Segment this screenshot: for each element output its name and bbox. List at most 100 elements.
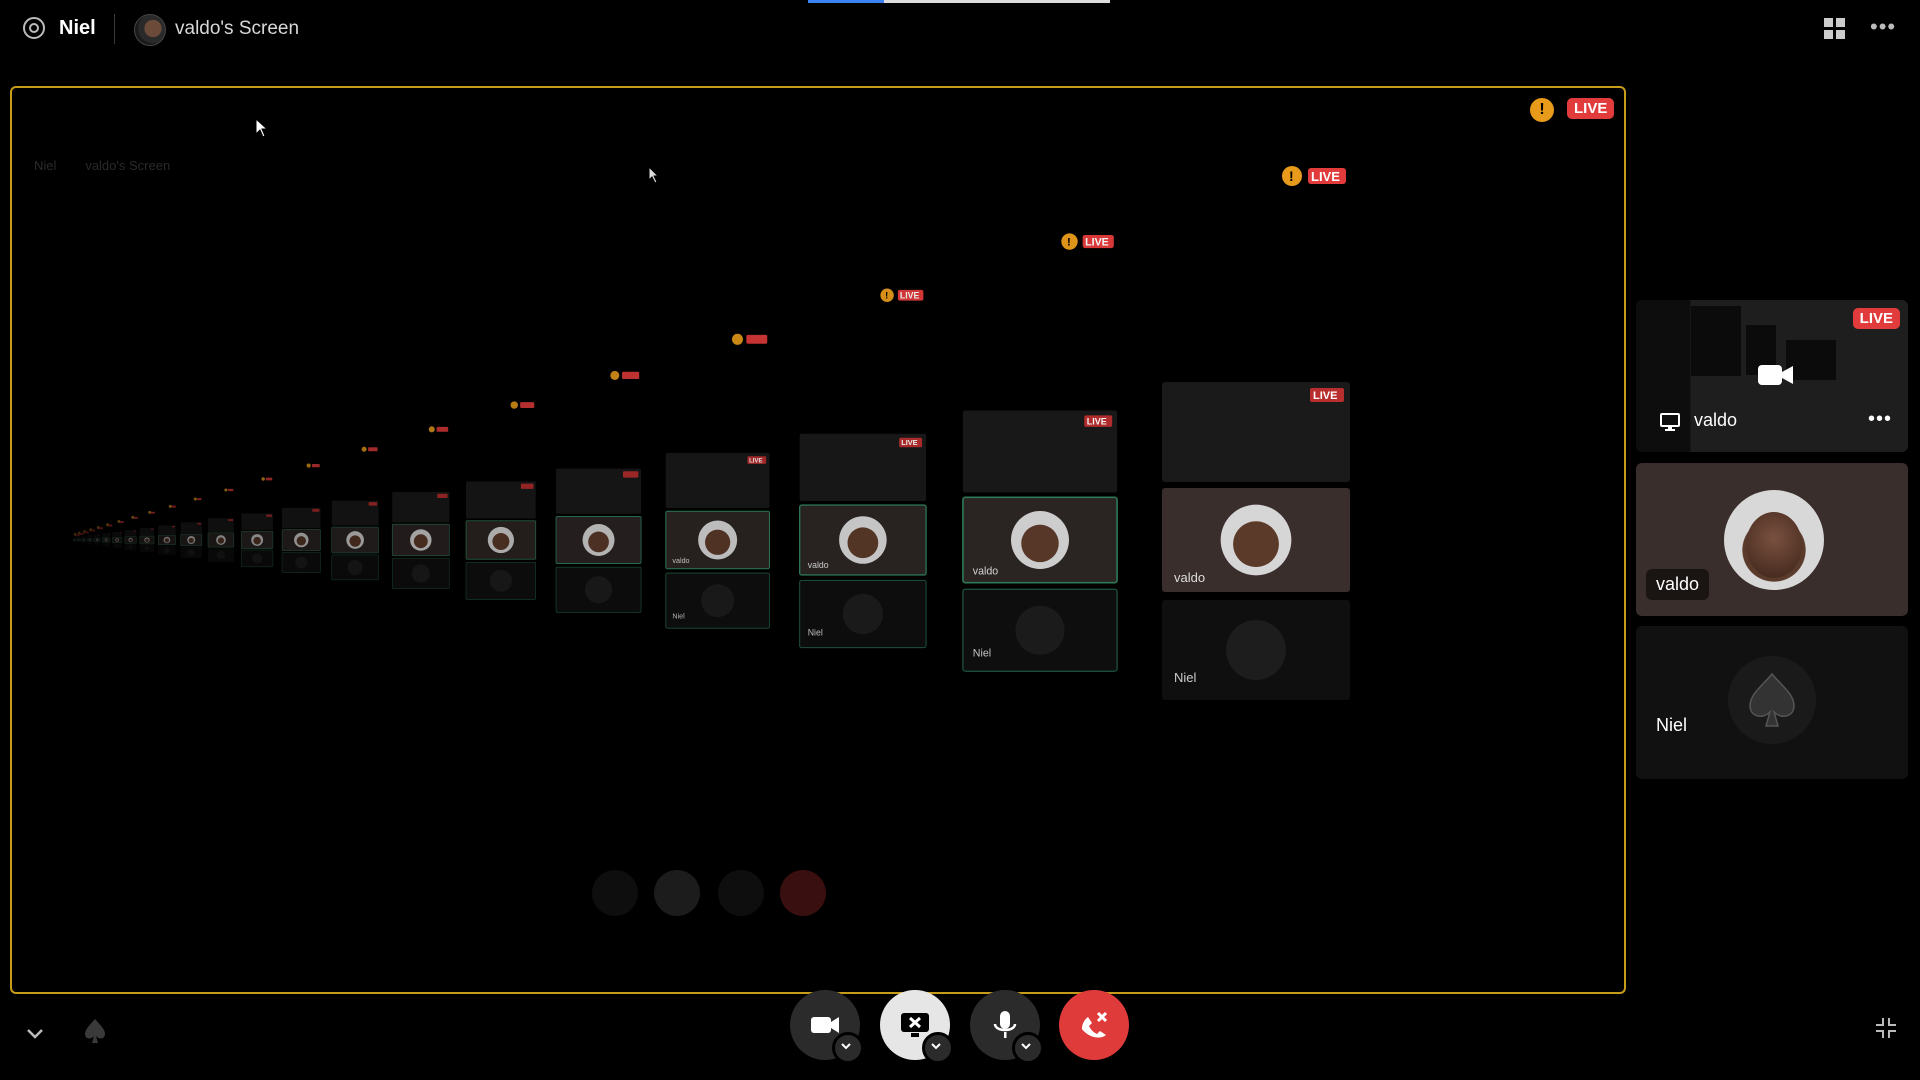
echo-face-inner	[349, 535, 361, 547]
echo-spade-avatar	[1015, 605, 1065, 655]
echo-live-badge-header	[79, 532, 84, 535]
echo-face-inner	[253, 536, 261, 545]
monitor-icon	[1660, 413, 1680, 431]
exit-fullscreen-icon[interactable]	[1874, 1016, 1898, 1040]
echo-live-badge-header	[119, 521, 124, 524]
avatar	[1728, 656, 1816, 744]
echo-live-badge-header	[108, 524, 113, 527]
echo-live-label: LIVE	[1313, 390, 1337, 402]
grid-icon[interactable]	[1824, 18, 1846, 40]
echo-face-inner	[705, 529, 731, 555]
echo-face-inner	[1233, 521, 1279, 568]
mic-options-button[interactable]	[1012, 1032, 1044, 1064]
echo-name-label: valdo	[973, 565, 999, 577]
echo-spade-avatar	[252, 553, 263, 564]
echo-face-inner	[129, 538, 132, 542]
echo-live-header-label: LIVE	[900, 291, 920, 301]
echo-live-badge	[266, 514, 272, 517]
echo-spade-avatar	[74, 541, 76, 543]
echo-warning-icon	[510, 401, 518, 409]
echo-level	[555, 370, 642, 613]
echo-audio-name-label: Niel	[672, 612, 685, 620]
microphone-button[interactable]	[970, 990, 1044, 1064]
echo-live-header-label: LIVE	[1085, 237, 1109, 249]
echo-level	[180, 497, 203, 559]
participant-video	[1724, 490, 1824, 590]
echo-level: LIVE valdo Niel! LIVE	[799, 288, 927, 649]
echo-face-inner	[588, 531, 609, 553]
echo-spade-avatar	[115, 544, 119, 548]
stream-avatar	[134, 14, 166, 46]
camera-button[interactable]	[790, 990, 864, 1064]
echo-spade-avatar	[82, 541, 85, 544]
echo-audio-name-label: Niel	[1174, 670, 1197, 685]
echo-warning-icon	[193, 497, 197, 501]
echo-level: LIVE valdo Niel	[665, 333, 771, 629]
top-bar: Niel valdo's Screen •••	[0, 0, 1920, 58]
echo-live-badge-header	[228, 488, 234, 492]
echo-level	[124, 515, 138, 550]
main-stream-view[interactable]: ! LIVE Niel valdo's Screen LIVE valdo Niel…	[10, 86, 1626, 994]
disconnect-button[interactable]	[1059, 990, 1129, 1060]
echo-spade-avatar	[96, 542, 99, 545]
channel-user-name[interactable]: Niel	[59, 17, 96, 40]
echo-spade-avatar	[144, 546, 150, 551]
echo-spade-avatar	[187, 549, 195, 556]
echo-level	[207, 488, 235, 562]
screen-options-button[interactable]	[922, 1032, 954, 1064]
echo-warning-icon	[224, 488, 228, 492]
echo-level	[112, 519, 124, 549]
echo-warning-icon	[148, 510, 152, 514]
echo-level	[157, 504, 176, 555]
echo-name-label: valdo	[672, 557, 689, 565]
echo-face-inner	[188, 537, 194, 544]
echo-name-label: valdo	[808, 560, 829, 570]
echo-live-badge	[197, 522, 202, 525]
echo-live-badge-header	[622, 371, 640, 380]
stream-progress-bar	[808, 0, 1110, 3]
chevron-down-icon[interactable]	[24, 1022, 46, 1044]
echo-live-badge	[133, 530, 137, 532]
participant-name: valdo	[1646, 569, 1710, 600]
echo-live-badge-header	[91, 529, 96, 532]
echo-face-inner	[89, 539, 91, 541]
hangup-icon	[1082, 1011, 1108, 1038]
echo-level: LIVE valdo Niel! LIVE	[962, 233, 1118, 672]
audio-tile-niel[interactable]: Niel	[1636, 626, 1908, 779]
camera-tile-valdo[interactable]: valdo	[1636, 463, 1908, 616]
echo-live-badge	[312, 508, 320, 512]
echo-level	[331, 446, 379, 581]
echo-face-inner	[105, 539, 108, 542]
echo-level	[391, 426, 450, 589]
echo-live-badge	[520, 483, 534, 489]
echo-live-badge-header	[197, 498, 202, 501]
echo-spade-avatar	[411, 564, 430, 583]
echo-audio-name-label: Niel	[808, 627, 823, 637]
echo-spade-avatar	[104, 543, 108, 546]
echo-live-badge	[437, 493, 448, 499]
echo-face-inner	[1021, 524, 1059, 563]
echo-face-inner	[492, 533, 510, 551]
echo-live-badge-header	[133, 516, 138, 519]
camera-options-button[interactable]	[832, 1032, 864, 1064]
tile-more-icon[interactable]: •••	[1868, 408, 1892, 431]
echo-live-badge	[151, 528, 154, 530]
bottom-bar	[0, 1000, 1920, 1080]
echo-spade-avatar	[216, 550, 226, 560]
echo-face-inner	[847, 527, 879, 559]
stop-screen-share-button[interactable]	[880, 990, 954, 1064]
spade-icon[interactable]	[84, 1018, 106, 1044]
echo-face-inner	[74, 539, 75, 541]
echo-live-badge-header	[311, 463, 320, 468]
echo-warning-symbol: !	[1067, 237, 1071, 249]
echo-warning-icon	[306, 463, 311, 468]
echo-face-inner	[83, 539, 85, 541]
stream-tile-valdo[interactable]: LIVE valdo •••	[1636, 300, 1908, 452]
echo-live-badge	[108, 533, 110, 535]
echo-live-badge-header	[84, 531, 89, 534]
more-icon[interactable]: •••	[1870, 14, 1896, 40]
stream-title: valdo's Screen	[175, 18, 300, 39]
echo-live-badge-header	[520, 402, 535, 409]
participant-name-niel: Niel	[1656, 715, 1688, 735]
stream-progress-fill	[808, 0, 884, 3]
